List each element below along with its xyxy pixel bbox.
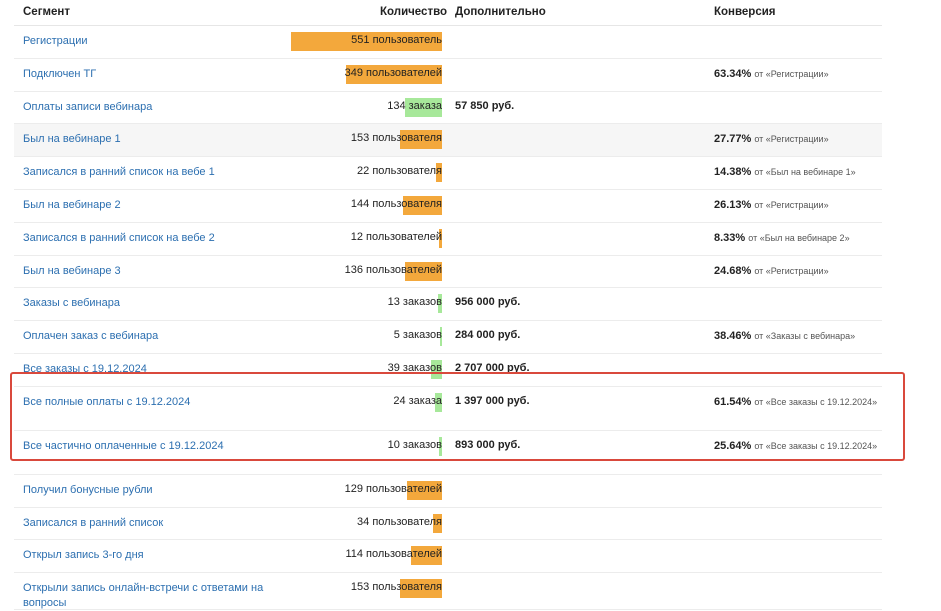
table-body: Регистрации 551 пользователь Подключен ТГ… [14, 26, 884, 611]
conversion-percent: 14.38% [714, 166, 752, 179]
conversion-reference: от «Регистрации» [754, 134, 829, 145]
conversion-cell: 24.68% от «Регистрации» [714, 264, 884, 279]
table-row: Записался в ранний список на вебе 2 12 по… [14, 223, 882, 256]
conversion-percent: 8.33% [714, 231, 746, 244]
quantity-cell: 114 пользователей [14, 540, 442, 572]
conversion-cell: 14.38% от «Был на вебинаре 1» [714, 165, 884, 180]
quantity-value: 551 пользователь [351, 34, 442, 46]
table-row: Записался в ранний список 34 пользователя [14, 508, 882, 541]
table-row: Оплаты записи вебинара 134 заказа 57 850 р… [14, 92, 882, 125]
quantity-cell: 5 заказов [14, 321, 442, 353]
conversion-percent: 38.46% [714, 330, 752, 343]
quantity-value: 349 пользователей [344, 66, 442, 79]
quantity-cell: 39 заказов [14, 354, 442, 386]
conversion-reference: от «Регистрации» [754, 199, 829, 210]
conversion-cell: 63.34% от «Регистрации» [714, 67, 884, 82]
table-row: Записался в ранний список на вебе 1 22 по… [14, 157, 882, 190]
conversion-cell: 27.77% от «Регистрации» [714, 132, 884, 147]
table-row: Регистрации 551 пользователь [14, 26, 882, 59]
header-conversion: Конверсия [714, 6, 776, 18]
table-row: Был на вебинаре 2 144 пользователя 26.13% … [14, 190, 882, 223]
quantity-cell: 136 пользователей [14, 256, 442, 288]
quantity-cell: 13 заказов [14, 288, 442, 320]
conversion-cell: 38.46% от «Заказы с вебинара» [714, 329, 884, 344]
conversion-reference: от «Все заказы с 19.12.2024» [754, 396, 878, 407]
header-additional: Дополнительно [455, 6, 546, 18]
conversion-cell: 61.54% от «Все заказы с 19.12.2024» [714, 395, 884, 410]
conversion-percent: 25.64% [714, 439, 752, 452]
quantity-value: 10 заказов [387, 438, 442, 451]
quantity-cell: 134 заказа [14, 92, 442, 124]
conversion-cell: 25.64% от «Все заказы с 19.12.2024» [714, 439, 884, 454]
table-row: Был на вебинаре 1 153 пользователя 27.77% … [14, 124, 884, 158]
quantity-cell: 551 пользователь [14, 26, 442, 58]
quantity-value: 153 пользователя [350, 132, 442, 145]
additional-value: 893 000 руб. [455, 438, 521, 451]
table-row: Открыли запись онлайн-встречи с ответами… [14, 573, 882, 611]
quantity-value: 134 заказа [387, 99, 442, 112]
quantity-value: 12 пользователей [350, 230, 442, 243]
conversion-reference: от «Все заказы с 19.12.2024» [754, 440, 878, 451]
quantity-cell: 34 пользователя [14, 508, 442, 540]
conversion-percent: 26.13% [714, 198, 752, 211]
conversion-reference: от «Регистрации» [754, 68, 829, 79]
quantity-cell: 10 заказов [14, 431, 442, 474]
conversion-reference: от «Регистрации» [754, 265, 829, 276]
quantity-value: 22 пользователя [357, 165, 442, 178]
conversion-cell: 8.33% от «Был на вебинаре 2» [714, 231, 884, 246]
quantity-cell: 22 пользователя [14, 157, 442, 189]
conversion-percent: 63.34% [714, 67, 752, 80]
quantity-cell: 153 пользователя [14, 573, 442, 609]
additional-value: 1 397 000 руб. [455, 394, 530, 407]
table-header: Сегмент Количество Дополнительно Конверс… [14, 0, 882, 26]
quantity-value: 24 заказа [393, 394, 442, 407]
table-row: Получил бонусные рубли 129 пользователей [14, 475, 882, 508]
conversion-percent: 61.54% [714, 395, 752, 408]
quantity-cell: 349 пользователей [14, 59, 442, 91]
conversion-percent: 27.77% [714, 133, 752, 146]
quantity-value: 144 пользователя [350, 197, 442, 210]
quantity-value: 39 заказов [387, 361, 442, 374]
additional-value: 284 000 руб. [455, 329, 521, 342]
quantity-cell: 24 заказа [14, 387, 442, 430]
conversion-reference: от «Был на вебинаре 2» [748, 232, 850, 243]
table-row: Заказы с вебинара 13 заказов 956 000 руб. [14, 288, 882, 322]
segments-table: Сегмент Количество Дополнительно Конверс… [14, 0, 884, 611]
table-row: Все заказы с 19.12.2024 39 заказов 2 707 0… [14, 354, 882, 387]
header-segment: Сегмент [23, 6, 70, 18]
quantity-value: 153 пользователя [350, 581, 442, 594]
quantity-cell: 12 пользователей [14, 223, 442, 255]
conversion-reference: от «Заказы с вебинара» [754, 331, 856, 342]
table-row: Все частично оплаченные с 19.12.2024 10 з… [14, 431, 882, 475]
quantity-value: 136 пользователей [344, 263, 442, 276]
table-row: Подключен ТГ 349 пользователей 63.34% от «… [14, 59, 882, 92]
quantity-cell: 144 пользователя [14, 190, 442, 222]
table-row: Оплачен заказ с вебинара 5 заказов 284 000… [14, 321, 882, 354]
additional-value: 2 707 000 руб. [455, 361, 530, 374]
conversion-cell: 26.13% от «Регистрации» [714, 198, 884, 213]
table-row: Открыл запись 3-го дня 114 пользователей [14, 540, 882, 574]
table-row: Все полные оплаты с 19.12.2024 24 заказа 1… [14, 387, 882, 431]
conversion-percent: 24.68% [714, 264, 752, 277]
conversion-reference: от «Был на вебинаре 1» [754, 167, 856, 178]
quantity-value: 129 пользователей [344, 482, 442, 495]
quantity-value: 34 пользователя [357, 515, 442, 528]
quantity-value: 5 заказов [393, 329, 442, 342]
quantity-cell: 129 пользователей [14, 475, 442, 507]
additional-value: 57 850 руб. [455, 99, 515, 112]
table-row: Был на вебинаре 3 136 пользователей 24.68%… [14, 256, 882, 289]
header-quantity: Количество [380, 6, 448, 18]
quantity-value: 114 пользователей [345, 548, 442, 561]
quantity-value: 13 заказов [387, 296, 442, 309]
additional-value: 956 000 руб. [455, 296, 521, 309]
quantity-cell: 153 пользователя [14, 124, 442, 156]
